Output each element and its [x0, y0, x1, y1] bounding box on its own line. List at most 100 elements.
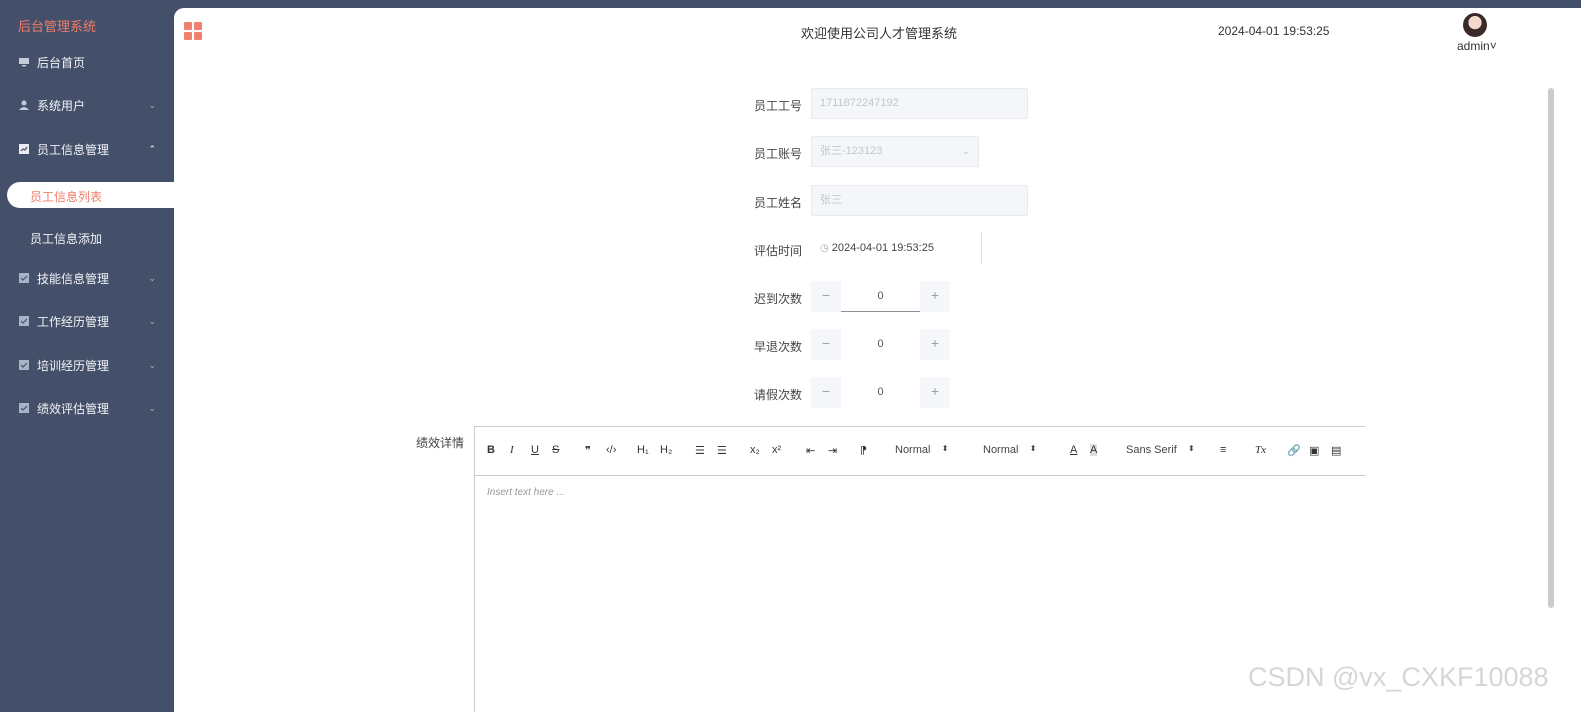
- indent-button[interactable]: ⇥: [828, 444, 837, 457]
- strike-button[interactable]: S: [552, 444, 559, 456]
- menu-grid-icon[interactable]: [184, 22, 202, 40]
- decrement-button[interactable]: −: [811, 281, 841, 312]
- increment-button[interactable]: +: [920, 329, 950, 360]
- early-count-stepper[interactable]: − 0 +: [811, 329, 950, 360]
- italic-button[interactable]: I: [510, 444, 514, 456]
- checkbox-icon: [19, 360, 29, 370]
- sidebar-item-training[interactable]: 培训经历管理 ⌄: [0, 345, 174, 385]
- sidebar-item-label: 后台首页: [37, 55, 86, 70]
- superscript-button[interactable]: x²: [772, 444, 781, 456]
- header-select-value: Normal: [895, 444, 931, 456]
- select-caret-icon: ⬍: [1188, 444, 1195, 453]
- eval-time-label: 评估时间: [753, 244, 802, 258]
- increment-button[interactable]: +: [920, 281, 950, 312]
- background-color-button[interactable]: A: [1090, 444, 1098, 456]
- checkbox-icon: [19, 316, 29, 326]
- sidebar-item-users[interactable]: 系统用户 ⌄: [0, 85, 174, 125]
- sidebar-item-work-history[interactable]: 工作经历管理 ⌄: [0, 301, 174, 341]
- clear-format-button[interactable]: Tx: [1255, 444, 1266, 456]
- brand-title: 后台管理系统: [18, 19, 97, 34]
- eval-time-value: 2024-04-01 19:53:25: [831, 242, 934, 254]
- sidebar-item-label: 培训经历管理: [37, 358, 110, 373]
- watermark: CSDN @vx_CXKF10088: [1248, 662, 1549, 692]
- chevron-down-icon: ⌄: [148, 359, 156, 370]
- h1-button[interactable]: H₁: [637, 444, 649, 456]
- early-count-label: 早退次数: [753, 340, 802, 354]
- late-count-stepper[interactable]: − 0 +: [811, 281, 950, 312]
- chart-icon: [19, 144, 29, 154]
- chevron-down-icon: ˅: [1489, 39, 1497, 53]
- rich-text-editor[interactable]: B I U S ❞ ‹/› H₁ H₂ ☰ ☰ x₂ x² ⇤ ⇥ ⁋ Norm…: [474, 426, 1366, 712]
- chevron-down-icon: ⌄: [148, 402, 156, 413]
- sidebar-subitem-employee-list[interactable]: 员工信息列表: [7, 182, 181, 208]
- link-button[interactable]: 🔗: [1287, 444, 1301, 457]
- select-caret-icon: ⬍: [1029, 444, 1037, 453]
- checkbox-icon: [19, 273, 29, 283]
- code-button[interactable]: ‹/›: [606, 444, 616, 456]
- checkbox-icon: [19, 403, 29, 413]
- early-count-value[interactable]: 0: [841, 329, 920, 360]
- chevron-down-icon: ⌄: [148, 315, 156, 326]
- decrement-button[interactable]: −: [811, 377, 841, 408]
- sidebar-item-label: 员工信息管理: [37, 142, 110, 157]
- subscript-button[interactable]: x₂: [750, 444, 760, 456]
- employee-name-label: 员工姓名: [753, 196, 802, 210]
- eval-time-picker[interactable]: ◷ 2024-04-01 19:53:25: [812, 232, 982, 264]
- sidebar-item-label: 绩效评估管理: [37, 401, 110, 416]
- bullet-list-button[interactable]: ☰: [717, 444, 727, 457]
- avatar[interactable]: [1463, 13, 1487, 37]
- scrollbar[interactable]: [1548, 88, 1554, 608]
- underline-button[interactable]: U: [531, 444, 539, 456]
- employee-no-label: 员工工号: [753, 99, 802, 113]
- font-select-value: Sans Serif: [1126, 444, 1177, 456]
- sidebar-item-skills[interactable]: 技能信息管理 ⌄: [0, 258, 174, 298]
- user-icon: [19, 100, 29, 110]
- late-count-value[interactable]: 0: [841, 281, 920, 312]
- sidebar-subitem-label: 员工信息列表: [30, 190, 103, 204]
- user-menu[interactable]: admin˅: [1457, 39, 1497, 53]
- clock-icon: ◷: [820, 243, 829, 254]
- leave-count-label: 请假次数: [753, 388, 802, 402]
- chevron-up-icon: ⌃: [148, 143, 156, 154]
- chevron-down-icon: ⌄: [148, 272, 156, 283]
- select-caret-icon: ⬍: [941, 444, 949, 453]
- sidebar-item-label: 工作经历管理: [37, 314, 110, 329]
- text-color-button[interactable]: A: [1070, 444, 1077, 456]
- leave-count-stepper[interactable]: − 0 +: [811, 377, 950, 408]
- editor-toolbar: B I U S ❞ ‹/› H₁ H₂ ☰ ☰ x₂ x² ⇤ ⇥ ⁋ Norm…: [475, 427, 1366, 476]
- sidebar-item-employee-info[interactable]: 员工信息管理 ⌃: [0, 129, 174, 169]
- header-select[interactable]: Normal ⬍: [895, 444, 948, 456]
- username: admin: [1457, 39, 1490, 53]
- decrement-button[interactable]: −: [811, 329, 841, 360]
- editor-placeholder[interactable]: Insert text here ...: [487, 487, 565, 498]
- font-select[interactable]: Sans Serif ⬍: [1126, 444, 1195, 456]
- align-button[interactable]: ≡: [1220, 444, 1226, 456]
- employee-name-field[interactable]: 张三: [811, 185, 1028, 216]
- increment-button[interactable]: +: [920, 377, 950, 408]
- employee-no-field[interactable]: 1711872247192: [811, 88, 1028, 119]
- employee-account-value: 张三-123123: [820, 145, 883, 157]
- sidebar-item-home[interactable]: 后台首页: [0, 42, 174, 82]
- video-button[interactable]: ▤: [1331, 444, 1341, 457]
- ordered-list-button[interactable]: ☰: [695, 444, 705, 457]
- sidebar-item-label: 技能信息管理: [37, 271, 110, 286]
- late-count-label: 迟到次数: [753, 292, 802, 306]
- chevron-down-icon: ⌄: [961, 146, 970, 157]
- detail-label: 绩效详情: [415, 436, 464, 450]
- blockquote-button[interactable]: ❞: [585, 444, 591, 457]
- employee-account-label: 员工账号: [753, 147, 802, 161]
- employee-account-select[interactable]: 张三-123123 ⌄: [811, 136, 979, 167]
- bold-button[interactable]: B: [487, 444, 495, 456]
- sidebar-item-label: 系统用户: [37, 98, 86, 113]
- rtl-button[interactable]: ⁋: [860, 444, 867, 457]
- welcome-title: 欢迎使用公司人才管理系统: [801, 26, 958, 41]
- main-panel: 欢迎使用公司人才管理系统 2024-04-01 19:53:25 admin˅ …: [174, 8, 1581, 712]
- outdent-button[interactable]: ⇤: [806, 444, 815, 457]
- h2-button[interactable]: H₂: [660, 444, 672, 456]
- sidebar-item-performance[interactable]: 绩效评估管理 ⌄: [0, 388, 174, 428]
- sidebar-subitem-employee-add[interactable]: 员工信息添加: [30, 230, 102, 247]
- leave-count-value[interactable]: 0: [841, 377, 920, 408]
- image-button[interactable]: ▣: [1309, 444, 1319, 457]
- size-select[interactable]: Normal ⬍: [983, 444, 1036, 456]
- chevron-down-icon: ⌄: [148, 99, 156, 110]
